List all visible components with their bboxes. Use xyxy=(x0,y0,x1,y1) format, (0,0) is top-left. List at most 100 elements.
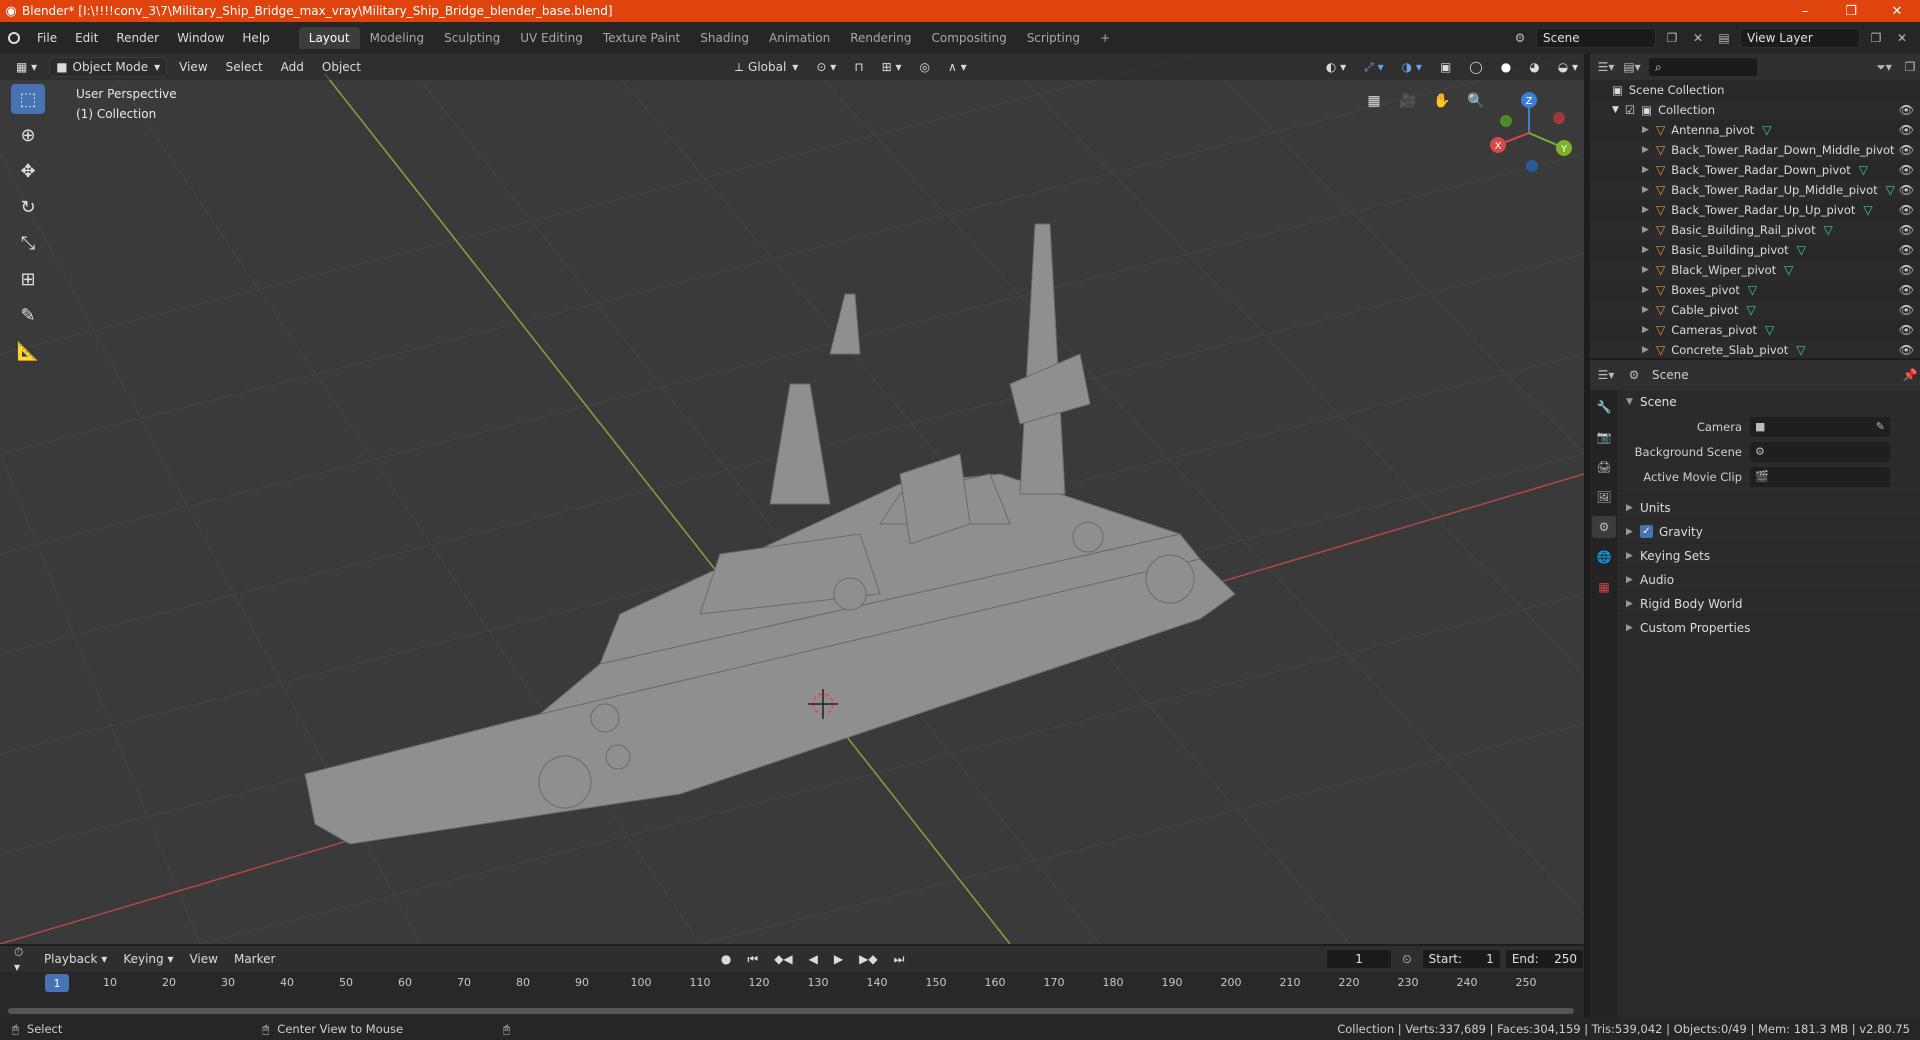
end-frame-field[interactable]: End: 250 xyxy=(1504,949,1584,969)
view-layer-selector[interactable]: View Layer xyxy=(1740,28,1860,48)
restore-button[interactable]: ❐ xyxy=(1828,4,1874,19)
editor-type-icon[interactable] xyxy=(0,30,28,47)
xray-toggle-icon[interactable]: ▣ xyxy=(1434,57,1457,77)
pan-hand-icon[interactable]: ✋ xyxy=(1429,88,1455,114)
timeline-editor-type-icon[interactable]: ⏱▾ xyxy=(8,945,34,974)
outliner-object-row[interactable]: ▶ ▽ Antenna_pivot ▽ 👁 xyxy=(1590,120,1920,140)
expand-arrow-icon[interactable]: ▶ xyxy=(1642,245,1650,255)
eye-icon[interactable]: 👁 xyxy=(1899,103,1914,117)
scale-icon[interactable]: ⤡ xyxy=(11,228,45,258)
expand-arrow-icon[interactable]: ▶ xyxy=(1642,185,1650,195)
outliner-object-row[interactable]: ▶ ▽ Cameras_pivot ▽ 👁 xyxy=(1590,320,1920,340)
units-panel[interactable]: ▶ Units xyxy=(1620,495,1920,519)
pin-icon[interactable]: 📌 xyxy=(1900,365,1920,385)
tab-modeling[interactable]: Modeling xyxy=(360,27,435,49)
eye-icon[interactable]: 👁 xyxy=(1899,343,1914,357)
tab-compositing[interactable]: Compositing xyxy=(921,27,1016,49)
delete-scene-icon[interactable]: ✕ xyxy=(1688,28,1708,48)
jump-end-icon[interactable]: ⏭ xyxy=(888,949,911,969)
scene-selector[interactable]: Scene xyxy=(1536,28,1656,48)
add-workspace-button[interactable]: + xyxy=(1090,27,1120,49)
gravity-panel[interactable]: ▶ ✓ Gravity xyxy=(1620,519,1920,543)
outliner-search-input[interactable]: ⌕ xyxy=(1648,57,1758,77)
outliner-editor-type-icon[interactable]: ☰▾ xyxy=(1596,57,1616,77)
tab-texture-paint[interactable]: Texture Paint xyxy=(593,27,690,49)
tab-animation[interactable]: Animation xyxy=(759,27,840,49)
background-scene-field[interactable]: ⚙ xyxy=(1750,441,1890,462)
tab-scripting[interactable]: Scripting xyxy=(1017,27,1090,49)
gizmo-toggle-icon[interactable]: ⤢ ▾ xyxy=(1358,57,1389,77)
mesh-data-icon[interactable]: ▽ xyxy=(1824,223,1833,237)
move-icon[interactable]: ✥ xyxy=(11,156,45,186)
mode-selector[interactable]: ■ Object Mode ▾ xyxy=(49,57,168,77)
custom-properties-panel[interactable]: ▶ Custom Properties xyxy=(1620,615,1920,639)
display-mode-icon[interactable]: ▤▾ xyxy=(1622,57,1642,77)
outliner-object-row[interactable]: ▶ ▽ Back_Tower_Radar_Down_pivot ▽ 👁 xyxy=(1590,160,1920,180)
expand-arrow-icon[interactable]: ▶ xyxy=(1642,125,1650,135)
tab-rendering[interactable]: Rendering xyxy=(840,27,921,49)
expand-arrow-icon[interactable]: ▶ xyxy=(1642,205,1650,215)
expand-arrow-icon[interactable]: ▼ xyxy=(1612,105,1619,115)
delete-view-layer-icon[interactable]: ✕ xyxy=(1892,28,1912,48)
menu-timeline-view[interactable]: View xyxy=(183,949,223,969)
timeline-ruler[interactable]: 1 10 20 30 40 50 60 70 80 90 100 110 120… xyxy=(0,974,1584,994)
view-layer-icon[interactable]: ▤ xyxy=(1714,28,1734,48)
output-tab-icon[interactable]: 🖨 xyxy=(1592,456,1616,478)
outliner-object-row[interactable]: ▶ ▽ Basic_Building_Rail_pivot ▽ 👁 xyxy=(1590,220,1920,240)
transform-icon[interactable]: ⊞ xyxy=(11,264,45,294)
outliner-object-row[interactable]: ▶ ▽ Back_Tower_Radar_Down_Middle_pivot 👁 xyxy=(1590,140,1920,160)
camera-field[interactable]: ■ ✎ xyxy=(1750,416,1890,437)
clock-icon[interactable]: ⏲ xyxy=(1396,949,1417,969)
menu-help[interactable]: Help xyxy=(233,31,278,45)
pivot-point-icon[interactable]: ⊙ ▾ xyxy=(810,57,842,77)
mesh-data-icon[interactable]: ▽ xyxy=(1762,123,1771,137)
menu-playback[interactable]: Playback ▾ xyxy=(38,949,113,969)
mesh-data-icon[interactable]: ▽ xyxy=(1784,263,1793,277)
eye-icon[interactable]: 👁 xyxy=(1899,163,1914,177)
eye-icon[interactable]: 👁 xyxy=(1899,283,1914,297)
collection-row[interactable]: ▼ ☑ ▣ Collection 👁 xyxy=(1590,100,1920,120)
outliner-object-row[interactable]: ▶ ▽ Back_Tower_Radar_Up_Middle_pivot ▽ 👁 xyxy=(1590,180,1920,200)
menu-window[interactable]: Window xyxy=(168,31,233,45)
eye-icon[interactable]: 👁 xyxy=(1899,223,1914,237)
proportional-edit-icon[interactable]: ◎ xyxy=(914,57,936,77)
falloff-icon[interactable]: ∧ ▾ xyxy=(942,57,973,77)
outliner-object-row[interactable]: ▶ ▽ Boxes_pivot ▽ 👁 xyxy=(1590,280,1920,300)
play-icon[interactable]: ▶ xyxy=(828,949,849,969)
editor-type-button[interactable]: ▦ ▾ xyxy=(10,57,43,77)
snap-icon[interactable]: ⊓ xyxy=(848,57,869,77)
next-keyframe-icon[interactable]: ▶◆ xyxy=(853,949,883,969)
measure-icon[interactable]: 📐 xyxy=(11,336,45,366)
eye-icon[interactable]: 👁 xyxy=(1899,203,1914,217)
texture-tab-icon[interactable]: ▦ xyxy=(1592,576,1616,598)
visibility-icon[interactable]: ◐ ▾ xyxy=(1320,57,1352,77)
tab-sculpting[interactable]: Sculpting xyxy=(434,27,510,49)
overlay-toggle-icon[interactable]: ◑ ▾ xyxy=(1396,57,1428,77)
scene-panel-header[interactable]: ▼ Scene xyxy=(1620,390,1920,414)
expand-arrow-icon[interactable]: ▶ xyxy=(1642,265,1650,275)
world-tab-icon[interactable]: 🌐 xyxy=(1592,546,1616,568)
mesh-data-icon[interactable]: ▽ xyxy=(1765,323,1774,337)
expand-arrow-icon[interactable]: ▶ xyxy=(1642,145,1650,155)
outliner-object-row[interactable]: ▶ ▽ Concrete_Slab_pivot ▽ 👁 xyxy=(1590,340,1920,358)
snap-settings-icon[interactable]: ⊞ ▾ xyxy=(876,57,908,77)
new-view-layer-icon[interactable]: ❐ xyxy=(1866,28,1886,48)
mesh-data-icon[interactable]: ▽ xyxy=(1748,283,1757,297)
expand-arrow-icon[interactable]: ▶ xyxy=(1642,285,1650,295)
tab-uv-editing[interactable]: UV Editing xyxy=(510,27,593,49)
menu-keying[interactable]: Keying ▾ xyxy=(117,949,179,969)
checkbox-icon[interactable]: ☑ xyxy=(1625,103,1635,117)
grid-view-icon[interactable]: ▦ xyxy=(1361,88,1387,114)
transform-orientation-selector[interactable]: ⟂ Global ▾ xyxy=(729,57,804,77)
render-tab-icon[interactable]: 📷 xyxy=(1592,426,1616,448)
eye-icon[interactable]: 👁 xyxy=(1899,263,1914,277)
menu-select[interactable]: Select xyxy=(220,57,269,77)
eye-icon[interactable]: 👁 xyxy=(1899,183,1914,197)
3d-viewport[interactable]: ▦ ▾ ■ Object Mode ▾ View Select Add Obje… xyxy=(0,54,1584,944)
prev-keyframe-icon[interactable]: ◆◀ xyxy=(768,949,798,969)
eye-icon[interactable]: 👁 xyxy=(1899,243,1914,257)
eye-icon[interactable]: 👁 xyxy=(1899,323,1914,337)
tab-shading[interactable]: Shading xyxy=(690,27,759,49)
scene-icon[interactable]: ⚙ xyxy=(1510,28,1530,48)
scene-tab-icon[interactable]: ⚙ xyxy=(1592,516,1616,538)
